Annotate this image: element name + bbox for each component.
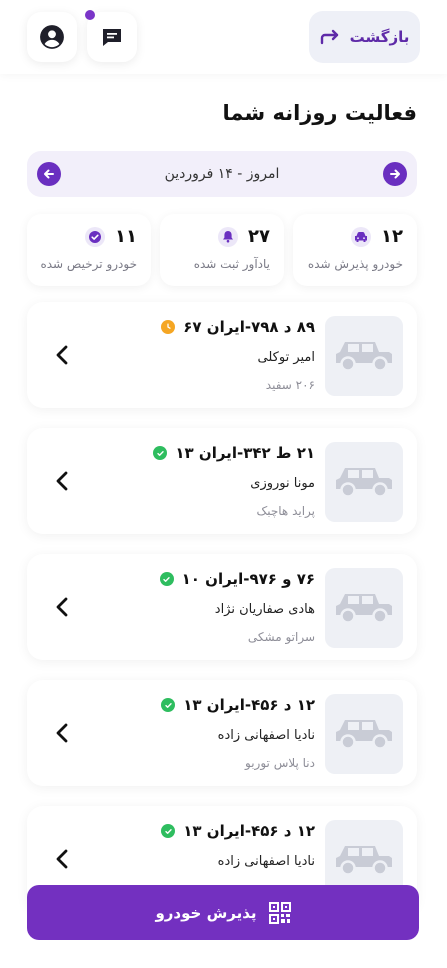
vehicle-card[interactable]: ۷۶ و ۹۷۶-ایران ۱۰ هادی صفاریان نژاد سرات…: [27, 554, 417, 660]
vehicle-card[interactable]: ۸۹ د ۷۹۸-ایران ۶۷ امیر توکلی ۲۰۶ سفید: [27, 302, 417, 408]
back-button[interactable]: بازگشت: [309, 11, 420, 63]
owner-name: نادیا اصفهانی زاده: [217, 854, 315, 869]
back-button-label: بازگشت: [349, 28, 410, 46]
jeep-icon: [336, 594, 392, 624]
plate-number: ۱۲ د ۴۵۶-ایران ۱۳: [183, 696, 315, 714]
check-circle-icon: [161, 824, 176, 838]
date-navigator: امروز - ۱۴ فروردین: [27, 151, 417, 197]
clock-icon: [161, 320, 176, 334]
plate-number: ۱۲ د ۴۵۶-ایران ۱۳: [183, 822, 315, 840]
plate-number: ۸۹ د ۷۹۸-ایران ۶۷: [183, 318, 315, 336]
plate-row: ۱۲ د ۴۵۶-ایران ۱۳: [161, 696, 315, 714]
chevron-left-icon[interactable]: [55, 344, 69, 366]
plate-row: ۲۱ ط ۳۴۲-ایران ۱۳: [153, 444, 315, 462]
top-header: بازگشت: [0, 0, 447, 74]
plate-number: ۲۱ ط ۳۴۲-ایران ۱۳: [175, 444, 315, 462]
stat-reminders[interactable]: ۲۷ یادآور ثبت شده: [160, 214, 284, 286]
messages-button[interactable]: [85, 10, 137, 62]
current-date: امروز - ۱۴ فروردین: [164, 166, 280, 182]
plate-row: ۷۶ و ۹۷۶-ایران ۱۰: [159, 570, 315, 588]
plate-row: ۱۲ د ۴۵۶-ایران ۱۳: [161, 822, 315, 840]
profile-button[interactable]: [27, 12, 77, 62]
stat-label: خودرو ترخیص شده: [40, 257, 137, 271]
qr-code-icon: [268, 901, 291, 924]
chevron-left-icon[interactable]: [55, 722, 69, 744]
account-circle-icon: [40, 25, 64, 49]
check-circle-icon: [85, 226, 106, 247]
vehicle-card[interactable]: ۲۱ ط ۳۴۲-ایران ۱۳ مونا نوروزی پراید هاچب…: [27, 428, 417, 534]
next-day-button[interactable]: [382, 162, 407, 186]
plate-row: ۸۹ د ۷۹۸-ایران ۶۷: [161, 318, 315, 336]
owner-name: امیر توکلی: [257, 350, 315, 365]
check-circle-icon: [161, 698, 176, 712]
plate-number: ۷۶ و ۹۷۶-ایران ۱۰: [181, 570, 315, 588]
chat-message-icon: [103, 29, 121, 46]
jeep-icon: [336, 846, 392, 876]
car-placeholder-image: [325, 316, 403, 396]
arrow-left-icon: [44, 169, 54, 179]
bell-icon: [218, 226, 239, 247]
jeep-icon: [336, 720, 392, 750]
owner-name: نادیا اصفهانی زاده: [217, 728, 315, 743]
notification-dot: [85, 10, 95, 20]
chevron-left-icon[interactable]: [55, 848, 69, 870]
previous-day-button[interactable]: [37, 162, 61, 186]
stat-accepted-cars[interactable]: ۱۲ خودرو پذیرش شده: [293, 214, 417, 286]
stat-value: ۱۲: [381, 226, 403, 247]
car-placeholder-image: [325, 442, 403, 522]
chevron-left-icon[interactable]: [55, 470, 69, 492]
stat-released-cars[interactable]: ۱۱ خودرو ترخیص شده: [27, 214, 151, 286]
page-title: فعالیت روزانه شما: [222, 101, 417, 125]
check-circle-icon: [153, 446, 168, 460]
chevron-left-icon[interactable]: [55, 596, 69, 618]
stat-value: ۲۷: [248, 226, 270, 247]
car-placeholder-image: [325, 694, 403, 774]
owner-name: مونا نوروزی: [250, 476, 315, 491]
stat-label: یادآور ثبت شده: [193, 257, 270, 271]
car-icon: [351, 226, 372, 247]
stat-value: ۱۱: [115, 226, 137, 247]
car-model: دنا پلاس توربو: [245, 756, 315, 770]
arrow-right-icon: [389, 169, 400, 179]
stat-label: خودرو پذیرش شده: [307, 257, 403, 271]
car-model: سراتو مشکی: [247, 630, 315, 644]
jeep-icon: [336, 342, 392, 372]
check-circle-icon: [159, 572, 174, 586]
accept-vehicle-button[interactable]: پذیرش خودرو: [27, 885, 419, 940]
accept-button-label: پذیرش خودرو: [155, 903, 257, 922]
forward-arrow-icon: [320, 29, 338, 45]
vehicle-card[interactable]: ۱۲ د ۴۵۶-ایران ۱۳ نادیا اصفهانی زاده دنا…: [27, 680, 417, 786]
car-model: ۲۰۶ سفید: [265, 378, 315, 392]
car-model: پراید هاچبک: [256, 504, 315, 518]
jeep-icon: [336, 468, 392, 498]
owner-name: هادی صفاریان نژاد: [214, 602, 315, 617]
car-placeholder-image: [325, 568, 403, 648]
